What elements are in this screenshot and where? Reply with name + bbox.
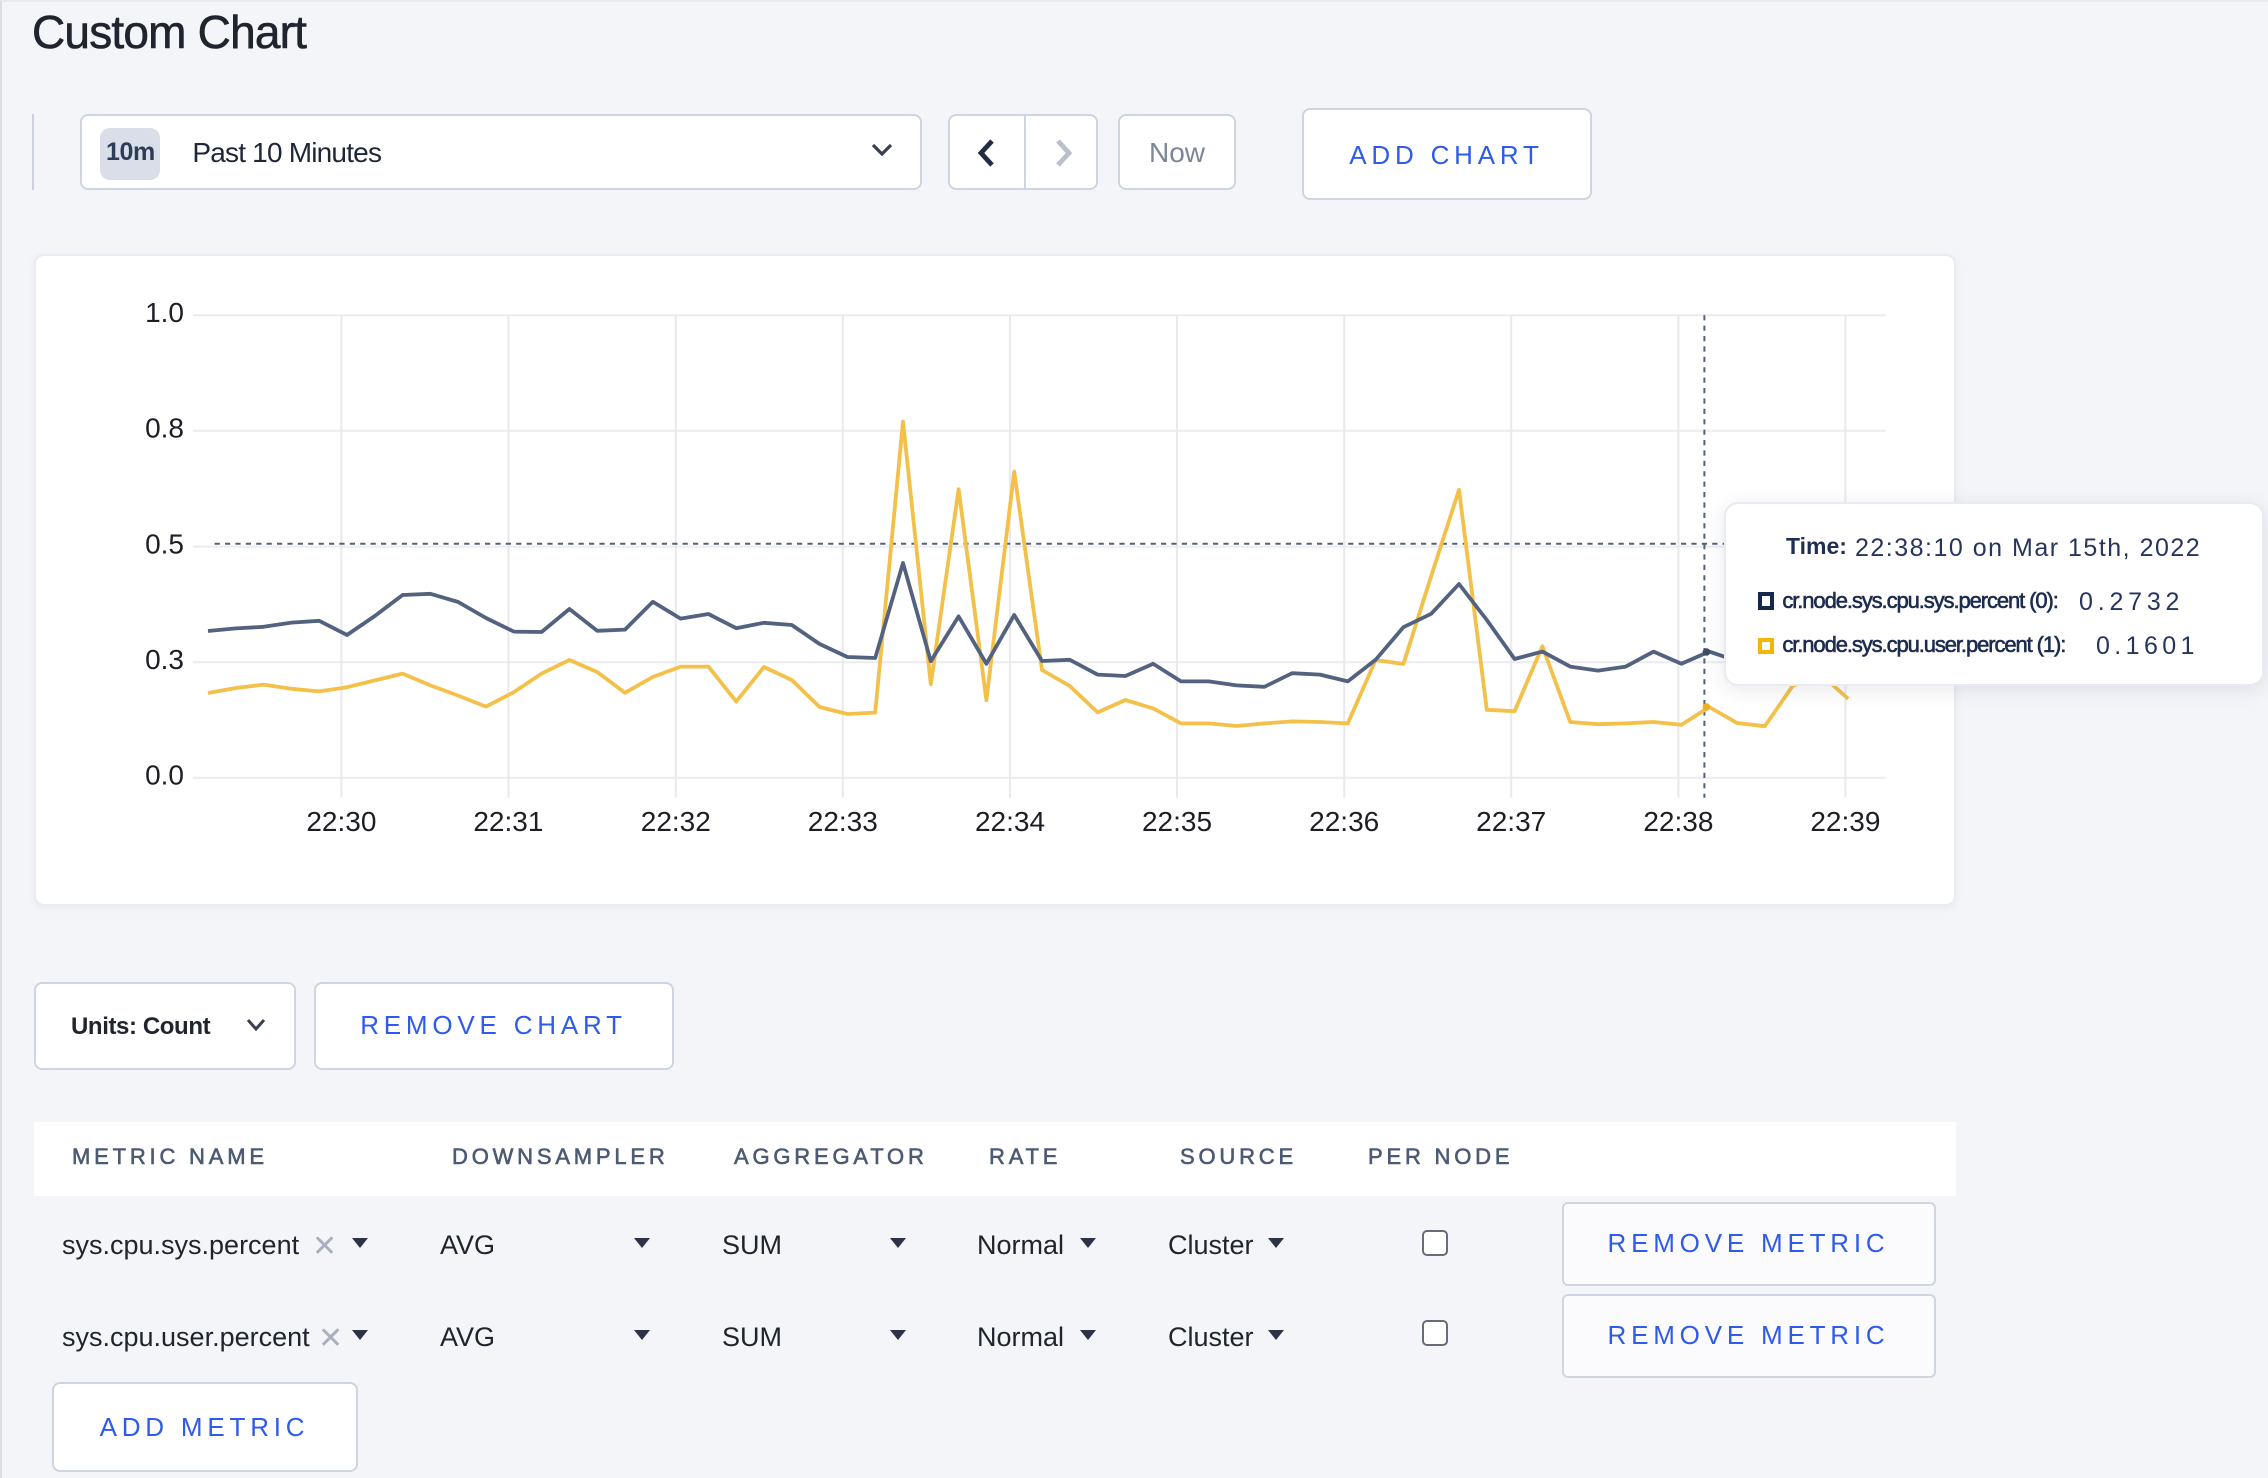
svg-text:22:30: 22:30: [306, 806, 376, 837]
svg-text:22:33: 22:33: [807, 806, 877, 837]
svg-text:22:38: 22:38: [1643, 806, 1713, 837]
svg-text:0.5: 0.5: [145, 529, 184, 560]
svg-text:22:37: 22:37: [1476, 806, 1546, 837]
svg-text:22:39: 22:39: [1810, 806, 1880, 837]
svg-text:22:34: 22:34: [975, 806, 1045, 837]
svg-text:22:31: 22:31: [473, 806, 543, 837]
svg-text:22:36: 22:36: [1309, 806, 1379, 837]
svg-text:0.8: 0.8: [145, 413, 184, 444]
svg-text:0.3: 0.3: [145, 644, 184, 675]
svg-text:0.0: 0.0: [145, 760, 184, 791]
svg-text:22:35: 22:35: [1142, 806, 1212, 837]
svg-text:22:32: 22:32: [640, 806, 710, 837]
svg-text:1.0: 1.0: [145, 297, 184, 328]
